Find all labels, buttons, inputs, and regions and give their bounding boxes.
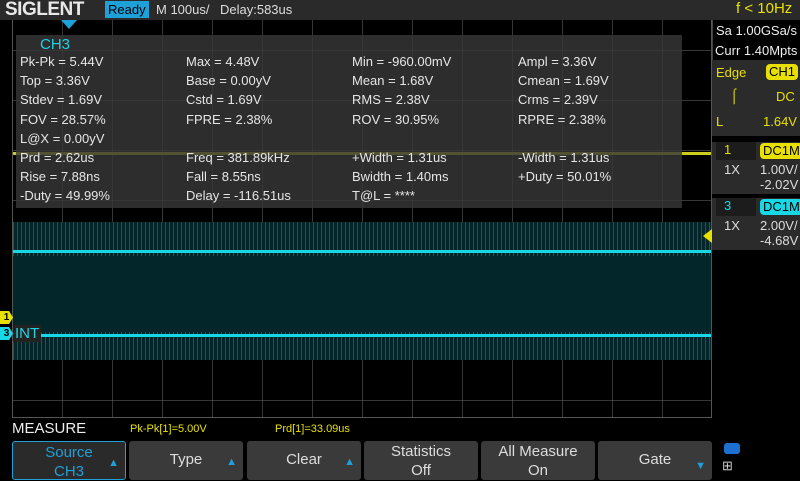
timebase-readout[interactable]: M 100us/ xyxy=(156,2,209,17)
trigger-type: Edge xyxy=(716,65,747,80)
measurement-value: Crms = 2.39V xyxy=(518,92,598,108)
ch1-scale: 1.00V/ xyxy=(760,162,798,177)
measurement-value: L@X = 0.00yV xyxy=(20,130,105,146)
statistics-button[interactable]: Statistics Off xyxy=(364,441,478,480)
arrow-down-icon: ▼ xyxy=(695,460,706,472)
statistics-value: Off xyxy=(411,462,431,479)
measurement-value: Bwidth = 1.40ms xyxy=(352,169,449,185)
measurement-value: T@L = **** xyxy=(352,188,415,204)
measurement-value: Prd = 2.62us xyxy=(20,150,95,165)
ch3-waveform-body xyxy=(13,256,711,332)
menu-title: MEASURE xyxy=(12,420,87,437)
arrow-up-icon: ▲ xyxy=(344,456,355,468)
trigger-level-label: L xyxy=(716,114,724,129)
measure-source-label: CH3 xyxy=(40,36,71,53)
gate-button[interactable]: Gate ▼ xyxy=(598,441,712,480)
measurement-value: Stdev = 1.69V xyxy=(20,92,103,108)
measurement-value: ROV = 30.95% xyxy=(352,111,440,127)
measurement-value: Min = -960.00mV xyxy=(352,54,452,69)
measurement-value: +Duty = 50.01% xyxy=(518,169,612,185)
measurement-2: Prd[1]=33.09us xyxy=(275,423,350,435)
measurement-value: RMS = 2.38V xyxy=(352,92,430,108)
delay-readout[interactable]: Delay:583us xyxy=(220,2,292,17)
rising-edge-icon: ⌠ xyxy=(730,87,739,103)
type-button[interactable]: Type ▲ xyxy=(129,441,243,480)
statistics-label: Statistics xyxy=(390,443,451,460)
measurement-1: Pk-Pk[1]=5.00V xyxy=(130,423,207,435)
clear-button[interactable]: Clear ▲ xyxy=(247,441,361,480)
arrow-up-icon: ▲ xyxy=(226,456,237,468)
arrow-up-icon: ▲ xyxy=(108,457,119,469)
measurement-value: -Width = 1.31us xyxy=(518,150,610,165)
measurement-value: Base = 0.00yV xyxy=(186,73,271,89)
top-status-bar: SIGLENT Ready M 100us/ Delay:583us f < 1… xyxy=(0,0,800,20)
memory-depth: Curr 1.40Mpts xyxy=(715,43,798,58)
measurement-value: Mean = 1.68V xyxy=(352,73,434,89)
ch1-number: 1 xyxy=(716,142,756,160)
ch3-probe: 1X xyxy=(724,218,740,233)
measurement-value: -Duty = 49.99% xyxy=(20,188,110,204)
run-status-badge[interactable]: Ready xyxy=(105,1,149,18)
ch3-high-level-trace xyxy=(13,250,711,253)
measurement-value: Rise = 7.88ns xyxy=(20,169,100,185)
measurement-value: +Width = 1.31us xyxy=(352,150,447,165)
trigger-source: CH1 xyxy=(766,64,799,80)
trigger-frequency: f < 10Hz xyxy=(736,0,793,17)
source-button[interactable]: Source CH3 ▲ xyxy=(12,441,126,480)
measurement-value: Ampl = 3.36V xyxy=(518,54,597,69)
measurement-value: FPRE = 2.38% xyxy=(186,111,273,127)
ch3-int-label: INT xyxy=(13,325,42,342)
sample-rate: Sa 1.00GSa/s xyxy=(716,23,797,38)
measurement-value: Top = 3.36V xyxy=(20,73,90,89)
trigger-coupling: DC xyxy=(776,89,795,104)
trigger-level: 1.64V xyxy=(763,114,797,129)
ch1-coupling: DC1M xyxy=(760,143,800,159)
measurement-value: Max = 4.48V xyxy=(186,54,260,69)
all-measure-value: On xyxy=(527,462,548,479)
measurement-value: FOV = 28.57% xyxy=(20,111,106,127)
all-measure-label: All Measure xyxy=(498,443,578,460)
measurement-value: Cmean = 1.69V xyxy=(518,73,609,89)
ch3-scale: 2.00V/ xyxy=(760,218,798,233)
trigger-position-marker-icon[interactable] xyxy=(61,20,77,29)
ch1-offset: -2.02V xyxy=(760,177,799,192)
measurement-value: Fall = 8.55ns xyxy=(186,169,261,185)
ch3-number: 3 xyxy=(716,198,756,216)
measurement-value: Cstd = 1.69V xyxy=(186,92,262,108)
usb-icon xyxy=(724,443,740,454)
measurement-value: Freq = 381.89kHz xyxy=(186,150,290,165)
measurement-value: RPRE = 2.38% xyxy=(518,111,606,127)
ch1-probe: 1X xyxy=(724,162,740,177)
all-measure-button[interactable]: All Measure On xyxy=(481,441,595,480)
siglent-logo: SIGLENT xyxy=(5,0,84,20)
measurement-value: Pk-Pk = 5.44V xyxy=(20,54,104,69)
ch3-coupling: DC1M xyxy=(760,199,800,215)
network-icon: ⊞ xyxy=(722,458,733,473)
ch3-offset: -4.68V xyxy=(760,233,799,248)
ch3-low-level-trace xyxy=(13,334,711,337)
trigger-level-marker-icon[interactable] xyxy=(703,229,712,243)
measurement-value: Delay = -116.51us xyxy=(186,188,291,204)
